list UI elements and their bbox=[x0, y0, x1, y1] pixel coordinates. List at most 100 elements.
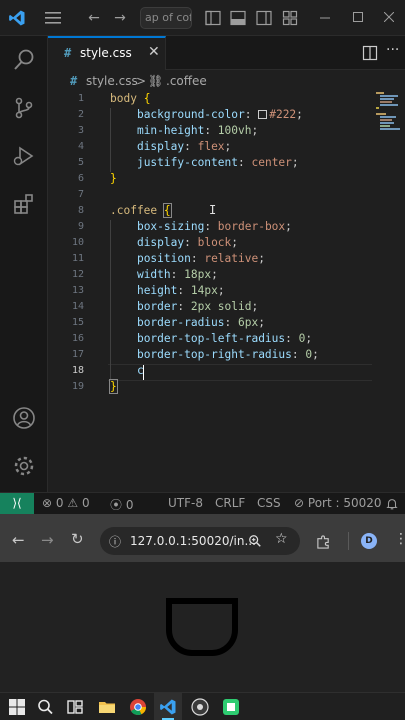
color-swatch[interactable] bbox=[258, 110, 268, 119]
mouse-ibeam-icon: I bbox=[209, 203, 217, 217]
line-number: 16 bbox=[71, 333, 84, 344]
code-editor[interactable]: 1 2 3 4 5 6 7 8 9 10 11 12 13 14 15 16 17 18 19 body { bac… bbox=[48, 92, 405, 492]
profile-avatar[interactable]: D bbox=[361, 533, 377, 549]
code-line: .coffee { bbox=[110, 203, 172, 218]
line-number: 11 bbox=[71, 253, 84, 264]
address-bar[interactable]: ⓘ 127.0.0.1:50020/in... ☆ bbox=[100, 527, 300, 555]
tab-style-css[interactable]: # style.css ✕ bbox=[48, 36, 166, 70]
line-number: 12 bbox=[71, 269, 84, 280]
windows-start-icon[interactable] bbox=[8, 698, 26, 716]
taskbar-search-icon[interactable] bbox=[36, 698, 54, 716]
ports-count: 0 bbox=[125, 498, 134, 512]
obs-icon[interactable] bbox=[191, 698, 209, 716]
toggle-primary-sidebar-icon[interactable] bbox=[205, 10, 221, 26]
file-explorer-icon[interactable] bbox=[98, 698, 116, 716]
code-line: background-color: #222; bbox=[136, 108, 303, 121]
current-line-highlight bbox=[108, 364, 372, 381]
ports-indicator[interactable]: ⦿ 0 bbox=[110, 496, 133, 513]
warning-icon: ⚠ bbox=[67, 496, 79, 510]
code-line: box-sizing: border-box; bbox=[136, 220, 292, 233]
more-actions-icon[interactable]: ··· bbox=[386, 42, 399, 58]
task-view-icon[interactable] bbox=[66, 698, 84, 716]
line-number: 5 bbox=[77, 157, 84, 168]
code-line-current: c bbox=[136, 364, 144, 377]
code-line: border: 2px solid; bbox=[136, 300, 259, 313]
explorer-search-icon[interactable] bbox=[12, 48, 36, 72]
back-arrow-icon[interactable]: ← bbox=[85, 9, 103, 27]
taskbar bbox=[0, 692, 405, 720]
css-file-icon: # bbox=[64, 46, 72, 60]
code-line: border-radius: 6px; bbox=[136, 316, 265, 329]
maximize-icon[interactable] bbox=[353, 12, 363, 22]
screen: ← → ap of cof # style.css ✕ ··· # style.… bbox=[0, 0, 405, 720]
live-server-port[interactable]: ⊘ Port : 50020 bbox=[294, 496, 382, 510]
customize-layout-icon[interactable] bbox=[282, 10, 298, 26]
run-debug-icon[interactable] bbox=[12, 144, 36, 168]
extensions-puzzle-icon[interactable] bbox=[316, 534, 331, 549]
minimize-icon[interactable] bbox=[320, 13, 330, 23]
line-number: 19 bbox=[71, 381, 84, 392]
title-bar: ← → ap of cof bbox=[0, 0, 405, 36]
warning-count: 0 bbox=[81, 496, 90, 510]
code-line: min-height: 100vh; bbox=[136, 124, 259, 137]
zoom-icon[interactable] bbox=[248, 534, 262, 548]
remote-indicator[interactable]: ⟩⟨ bbox=[0, 493, 34, 515]
breadcrumb-separator: > bbox=[136, 74, 147, 88]
close-icon[interactable]: ✕ bbox=[148, 44, 160, 60]
line-number: 7 bbox=[77, 189, 84, 200]
code-line: width: 18px; bbox=[136, 268, 218, 281]
chrome-icon[interactable] bbox=[129, 698, 147, 716]
line-number: 9 bbox=[77, 221, 84, 232]
line-number: 6 bbox=[77, 173, 84, 184]
browser-forward-icon[interactable]: → bbox=[41, 531, 54, 549]
bookmark-star-icon[interactable]: ☆ bbox=[275, 531, 288, 547]
problems-indicator[interactable]: ⊗ 0 ⚠ 0 bbox=[42, 496, 90, 510]
app-green-icon[interactable] bbox=[222, 698, 240, 716]
error-count: 0 bbox=[55, 496, 64, 510]
split-editor-icon[interactable] bbox=[362, 45, 378, 61]
command-center-search[interactable]: ap of cof bbox=[140, 7, 192, 29]
line-ending[interactable]: CRLF bbox=[215, 496, 245, 510]
code-line: height: 14px; bbox=[136, 284, 225, 297]
line-number: 4 bbox=[77, 141, 84, 152]
menu-icon[interactable] bbox=[45, 11, 61, 25]
reload-icon[interactable]: ↻ bbox=[71, 530, 84, 548]
text-cursor bbox=[143, 365, 144, 380]
tab-label: style.css bbox=[80, 46, 132, 60]
url-text: 127.0.0.1:50020/in... bbox=[130, 534, 256, 548]
toggle-panel-icon[interactable] bbox=[230, 10, 246, 26]
breadcrumb-file[interactable]: style.css bbox=[86, 74, 138, 88]
vscode-taskbar-icon[interactable] bbox=[159, 698, 177, 716]
broadcast-icon: ⦿ bbox=[110, 498, 123, 512]
line-number: 2 bbox=[77, 109, 84, 120]
forward-arrow-icon[interactable]: → bbox=[111, 9, 129, 27]
vscode-logo-icon[interactable] bbox=[8, 9, 26, 27]
settings-gear-icon[interactable] bbox=[12, 454, 36, 478]
code-line: border-top-left-radius: 0; bbox=[136, 332, 313, 345]
site-info-icon[interactable]: ⓘ bbox=[109, 533, 121, 550]
close-window-icon[interactable] bbox=[384, 12, 394, 22]
line-number: 17 bbox=[71, 349, 84, 360]
minimap[interactable] bbox=[376, 92, 402, 132]
code-line: } bbox=[110, 172, 117, 185]
toggle-secondary-sidebar-icon[interactable] bbox=[256, 10, 272, 26]
code-line: display: block; bbox=[136, 236, 239, 249]
browser-menu-icon[interactable]: ⋮ bbox=[394, 531, 405, 547]
line-number: 13 bbox=[71, 285, 84, 296]
symbol-icon: ⛓ bbox=[148, 74, 164, 88]
error-icon: ⊗ bbox=[42, 496, 53, 510]
browser-back-icon[interactable]: ← bbox=[12, 531, 25, 549]
account-icon[interactable] bbox=[12, 406, 36, 430]
code-line: } bbox=[109, 379, 118, 394]
line-number: 1 bbox=[77, 93, 84, 104]
source-control-icon[interactable] bbox=[12, 96, 36, 120]
code-line: position: relative; bbox=[136, 252, 265, 265]
breadcrumb-symbol[interactable]: .coffee bbox=[166, 74, 207, 88]
notifications-bell-icon[interactable] bbox=[385, 497, 399, 511]
code-line: body { bbox=[110, 92, 151, 105]
line-number: 15 bbox=[71, 317, 84, 328]
language-mode[interactable]: CSS bbox=[257, 496, 281, 510]
encoding[interactable]: UTF-8 bbox=[168, 496, 203, 510]
css-file-icon: # bbox=[70, 74, 78, 88]
extensions-icon[interactable] bbox=[12, 192, 36, 216]
